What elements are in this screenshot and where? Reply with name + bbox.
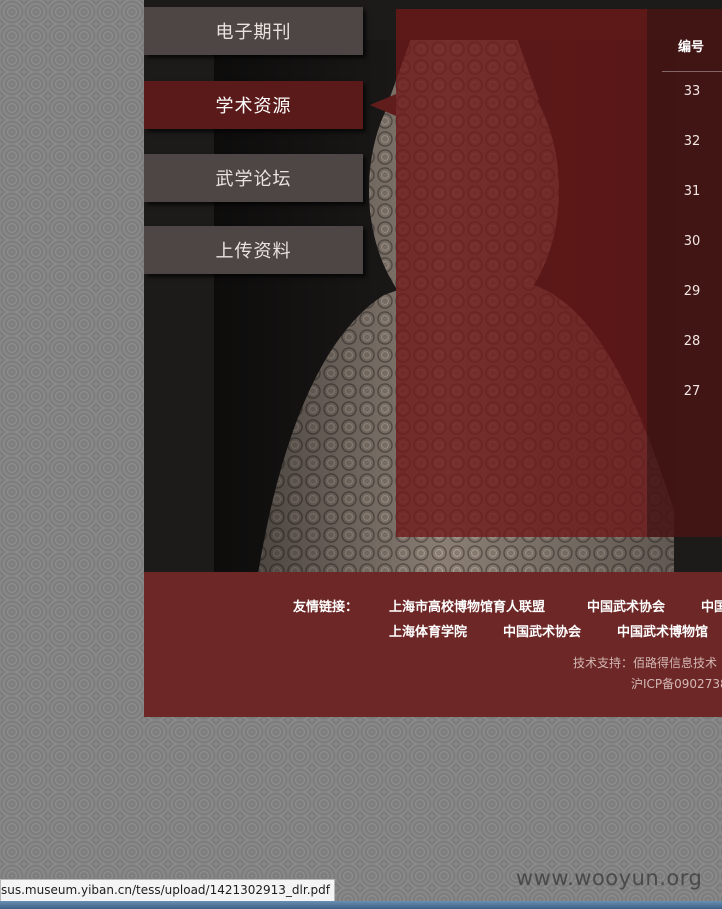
nav-item-label: 武学论坛 — [215, 169, 292, 190]
table-row[interactable]: 28 — [662, 330, 722, 380]
watermark: www.wooyun.org — [516, 866, 703, 890]
footer-link-university-museum-alliance[interactable]: 上海市高校博物馆育人联盟 — [389, 596, 545, 615]
table-row[interactable]: 33 — [662, 80, 722, 130]
nav-item-label: 学术资源 — [215, 96, 292, 117]
active-nav-pointer — [370, 94, 396, 116]
nav-item-martial-forum[interactable]: 武学论坛 — [144, 154, 363, 202]
nav-item-upload-materials[interactable]: 上传资料 — [144, 226, 363, 274]
footer-link-wushu-museum[interactable]: 中国武术博物馆 — [617, 621, 708, 640]
status-bar-url: sus.museum.yiban.cn/tess/upload/14213029… — [0, 879, 335, 902]
footer: 友情链接： 上海市高校博物馆育人联盟 中国武术协会 中国 上海体育学院 中国武术… — [144, 572, 722, 717]
table-rows: 33 32 31 30 29 28 27 — [662, 80, 722, 430]
footer-link-shanghai-sport-university[interactable]: 上海体育学院 — [389, 621, 467, 640]
footer-link-wushu-association[interactable]: 中国武术协会 — [587, 596, 665, 615]
table-row[interactable]: 27 — [662, 380, 722, 430]
table-row[interactable]: 30 — [662, 230, 722, 280]
icp-number[interactable]: 沪ICP备0902738 — [631, 675, 722, 692]
friend-links-label: 友情链接： — [293, 600, 359, 615]
footer-link-china-cut[interactable]: 中国 — [701, 596, 722, 615]
tech-support-text: 技术支持：佰路得信息技术 — [573, 656, 718, 670]
footer-link-wushu-association-2[interactable]: 中国武术协会 — [503, 621, 581, 640]
table-row[interactable]: 29 — [662, 280, 722, 330]
nav-item-label: 上传资料 — [215, 241, 292, 262]
content-panel — [396, 9, 647, 537]
taskbar-strip — [0, 901, 722, 909]
table-row[interactable]: 31 — [662, 180, 722, 230]
nav-item-e-journal[interactable]: 电子期刊 — [144, 7, 363, 55]
nav-item-label: 电子期刊 — [215, 22, 292, 43]
nav-item-academic-resources[interactable]: 学术资源 — [144, 81, 363, 129]
table-header-number: 编号 — [662, 38, 722, 72]
table-row[interactable]: 32 — [662, 130, 722, 180]
